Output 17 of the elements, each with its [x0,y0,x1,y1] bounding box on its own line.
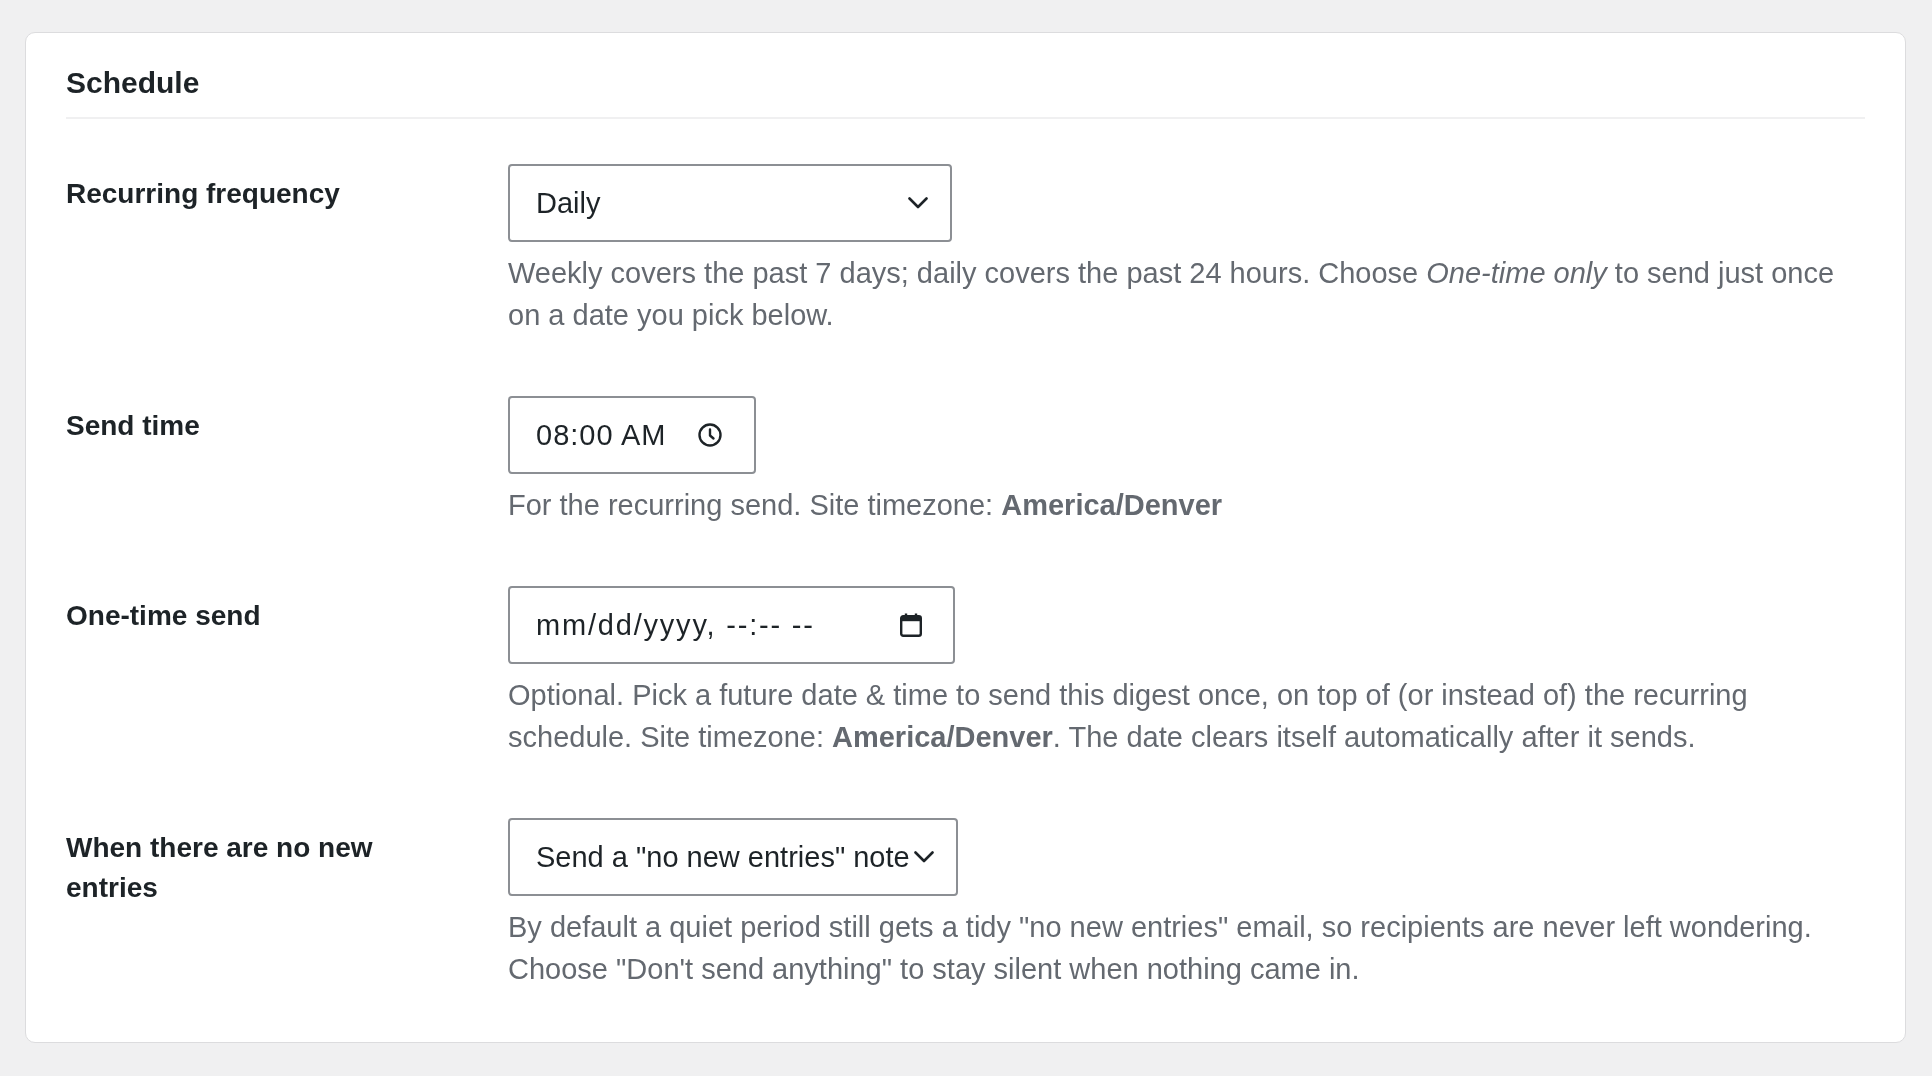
dropdown[interactable]: Send a "no new entries" note [508,818,958,896]
field-label: Send time [66,409,201,443]
date-time-field[interactable]: mm/dd/yyyy, --:-- -- [508,586,955,664]
field-label: When there are no new entries [66,831,374,905]
help-text: Optional. Pick a future date & time to send this digest once, on top of (or instead of) the recurring schedule. Site timezone: America/Denver. The date clears itself automatically after it sends. [508,678,1749,755]
field-label: One-time send [66,599,262,633]
field-label: Recurring frequency [66,177,341,211]
dropdown[interactable]: Daily [508,164,952,242]
clock-icon[interactable] [698,423,722,447]
chevron-down-icon [913,851,934,863]
help-text: Weekly covers the past 7 days; daily covers the past 24 hours. Choose One-time only to send just once on a date you pick below. [508,256,1836,333]
chevron-down-icon [908,197,928,209]
help-text: For the recurring send. Site timezone: America/Denver [508,488,1223,523]
section-title: Schedule [66,64,1865,119]
calendar-icon[interactable] [900,613,922,637]
help-text: By default a quiet period still gets a tidy "no new entries" email, so recipients are never left wondering. Choose "Don't send anything" to stay silent when nothing came in. [508,910,1813,987]
time-field[interactable]: 08:00 AM [508,396,756,474]
